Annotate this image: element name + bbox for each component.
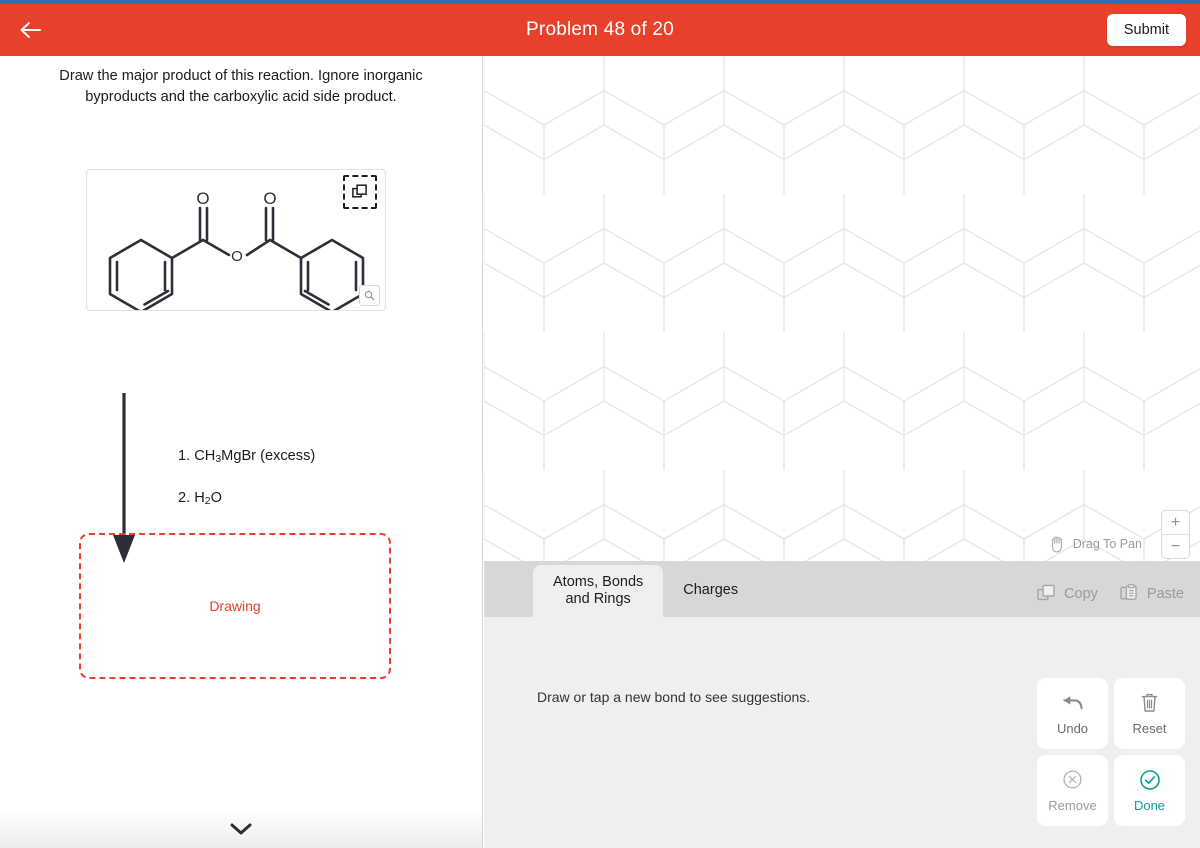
atom-label-o-right: O [263, 189, 276, 208]
pan-hint: Drag To Pan [1049, 535, 1142, 553]
zoom-in-button[interactable]: + [1162, 511, 1189, 535]
tab-charges-label: Charges [683, 582, 739, 599]
trash-icon [1140, 692, 1159, 714]
page-title: Problem 48 of 20 [526, 19, 674, 40]
submit-button[interactable]: Submit [1106, 14, 1186, 46]
reset-label: Reset [1132, 720, 1167, 736]
tool-button-grid: Undo Reset Remove Done [1037, 678, 1185, 826]
molecule-zoom-button[interactable] [359, 285, 380, 306]
reagent-2-step: 2. [178, 490, 191, 506]
hand-icon [1051, 536, 1062, 553]
undo-button[interactable]: Undo [1037, 678, 1108, 749]
magnifier-icon [364, 290, 375, 301]
done-button[interactable]: Done [1114, 755, 1185, 826]
editor-hint: Draw or tap a new bond to see suggestion… [537, 689, 811, 705]
copy-label: Copy [1064, 585, 1098, 602]
reset-button[interactable]: Reset [1114, 678, 1185, 749]
done-label: Done [1133, 797, 1166, 813]
copy-icon [1037, 584, 1055, 601]
reagent-1-rest: MgBr (excess) [221, 448, 316, 464]
benzoic-anhydride-structure: O O O [108, 189, 365, 314]
zoom-out-button[interactable]: − [1162, 535, 1189, 558]
pan-label: Drag To Pan [1072, 537, 1142, 551]
reagent-list: 1. CH3MgBr (excess) 2. H2O [178, 448, 315, 532]
tab-atoms-label-line2: and Rings [565, 591, 631, 607]
copy-button[interactable]: Copy [1037, 584, 1098, 603]
problem-panel: Draw the major product of this reaction.… [0, 56, 483, 848]
reagent-1-formula: CH [194, 448, 216, 464]
canvas-zoom-controls: + − [1161, 510, 1190, 559]
remove-label: Remove [1048, 797, 1097, 813]
copy-icon [352, 184, 367, 198]
editor-tabstrip: Atoms, Bonds and Rings Charges Copy Past… [484, 561, 1200, 617]
remove-button[interactable]: Remove [1037, 755, 1108, 826]
reagent-item-2: 2. H2O [178, 490, 315, 507]
problem-prompt: Draw the major product of this reaction.… [59, 68, 423, 105]
tab-atoms-label-line1: Atoms, Bonds [553, 573, 644, 590]
app-header: Problem 48 of 20 Submit [0, 4, 1200, 56]
hex-grid [484, 56, 1200, 561]
x-circle-icon [1062, 769, 1083, 791]
panel-expand-handle[interactable] [0, 810, 482, 848]
chevron-down-icon [230, 823, 252, 835]
reagent-2-formula: H [194, 490, 205, 506]
atom-label-o-left: O [196, 189, 209, 208]
reagent-1-step: 1. [178, 448, 191, 464]
drawing-canvas[interactable]: Drag To Pan + − [484, 56, 1200, 561]
paste-label: Paste [1146, 585, 1184, 602]
tool-area: Draw or tap a new bond to see suggestion… [484, 617, 1200, 848]
drop-zone-label: Drawing [209, 598, 261, 614]
reactant-molecule-card[interactable]: O O O [86, 169, 386, 314]
atom-label-o-bridge: O [231, 248, 243, 265]
undo-arrow-icon [1061, 692, 1084, 714]
answer-drop-zone[interactable]: Drawing [79, 533, 391, 679]
tab-charges[interactable]: Charges [663, 565, 758, 617]
clipboard-actions: Copy Paste [1037, 584, 1184, 603]
molecule-copy-button[interactable] [343, 175, 377, 209]
app-root: Problem 48 of 20 Submit Draw the major p… [0, 0, 1200, 848]
reagent-item-1: 1. CH3MgBr (excess) [178, 448, 315, 465]
clipboard-icon [1120, 584, 1137, 600]
paste-button[interactable]: Paste [1120, 584, 1184, 603]
undo-label: Undo [1056, 720, 1089, 736]
reagent-2-rest: O [210, 490, 222, 506]
check-circle-icon [1139, 769, 1161, 791]
tab-atoms-bonds-rings[interactable]: Atoms, Bonds and Rings [533, 565, 664, 617]
editor-panel: Drag To Pan + − Atoms, Bonds and Rings C… [484, 56, 1200, 848]
